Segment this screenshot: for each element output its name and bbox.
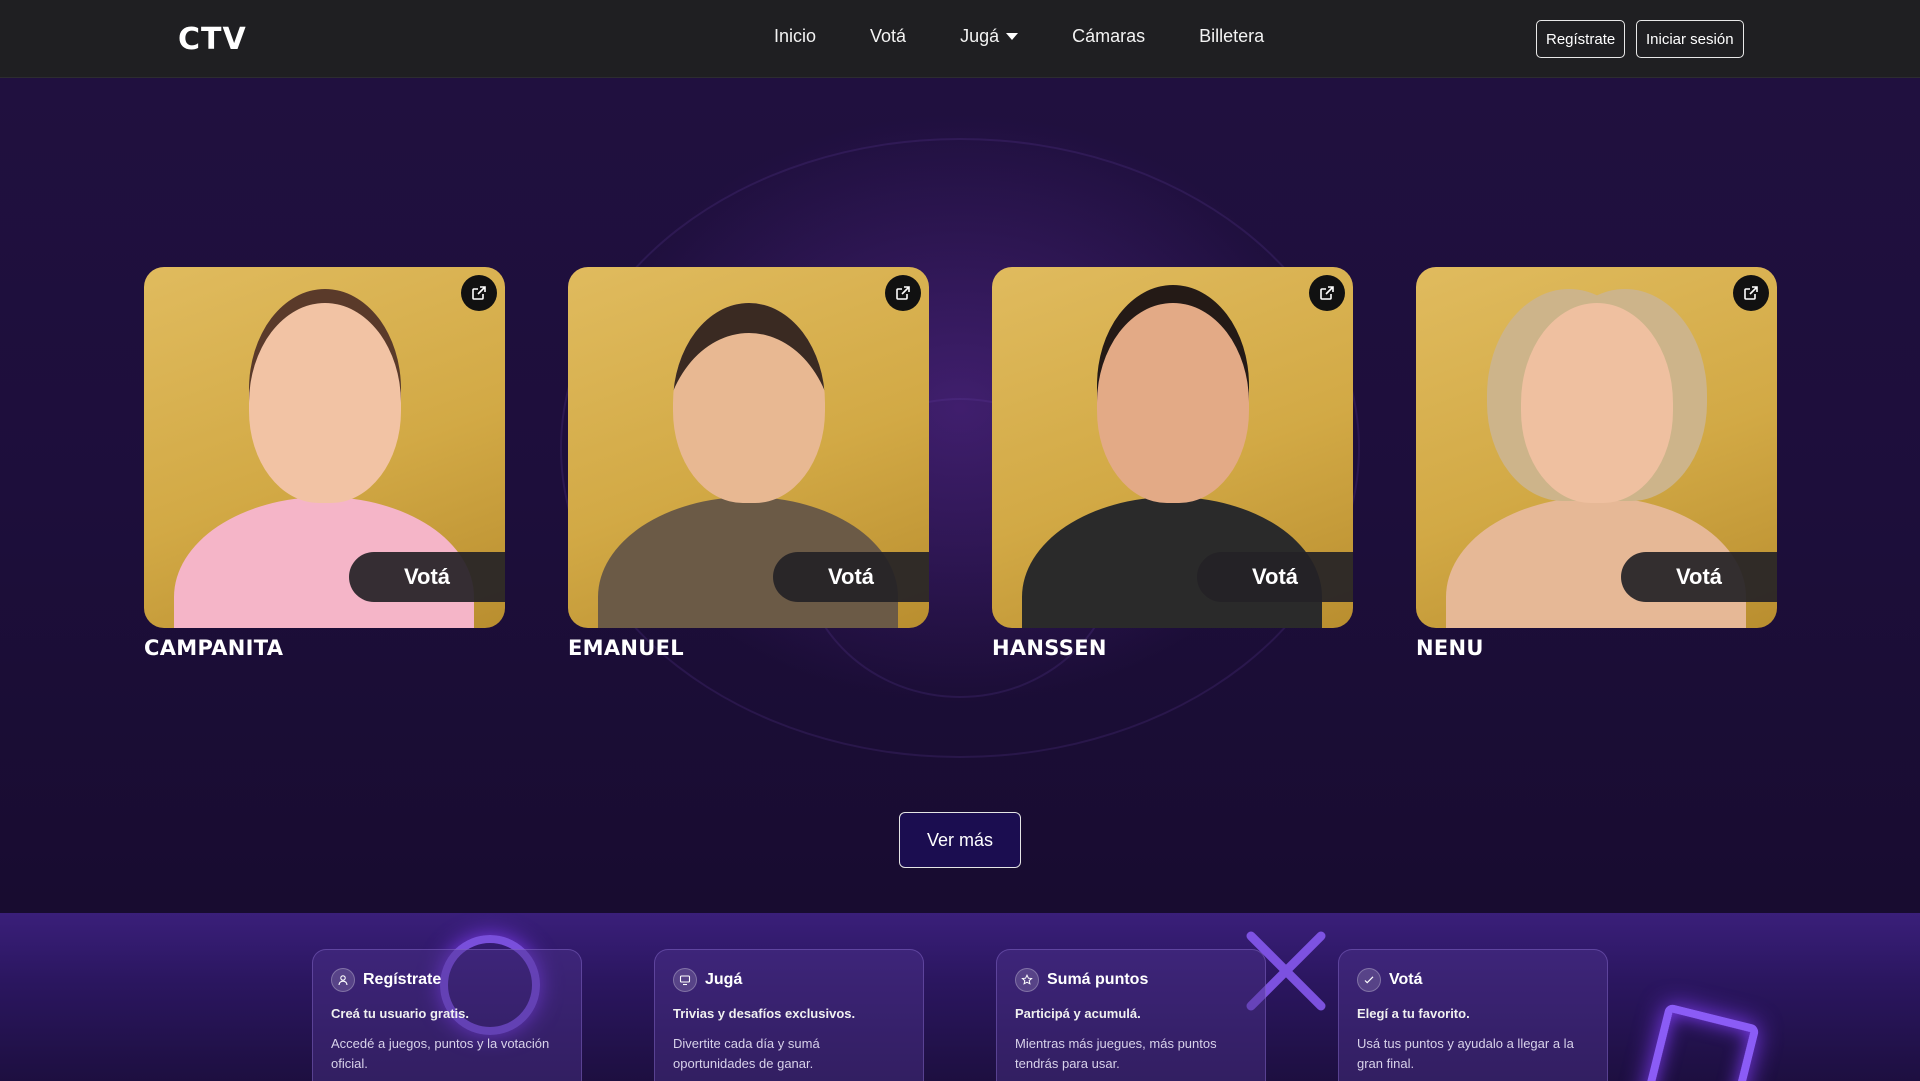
nav-vota-label: Votá	[870, 26, 907, 46]
vote-button[interactable]: Votá	[349, 552, 505, 602]
nav-vota[interactable]: Votá	[870, 26, 906, 47]
feature-title: Votá	[1389, 971, 1423, 988]
nav-camaras-label: Cámaras	[1072, 26, 1146, 46]
monitor-icon	[673, 968, 697, 992]
nav-inicio-label: Inicio	[774, 26, 817, 46]
feature-header: Sumá puntos	[1015, 968, 1247, 992]
main-nav: Inicio Votá Jugá Cámaras Billetera	[774, 26, 1318, 47]
caret-down-icon	[1006, 33, 1019, 40]
login-button[interactable]: Iniciar sesión	[1636, 20, 1744, 58]
portrait-head	[1521, 303, 1673, 503]
user-icon	[331, 968, 355, 992]
feature-description: Usá tus puntos y ayudalo a llegar a la g…	[1357, 1036, 1574, 1072]
contestant-name: CAMPANITA	[144, 636, 284, 660]
feature-card-register: Regístrate Creá tu usuario gratis. Acced…	[312, 949, 582, 1081]
contestants-section: Votá CAMPANITA Votá EMANUEL Votá HANSSEN…	[0, 78, 1920, 913]
contestant-name: HANSSEN	[992, 636, 1107, 660]
nav-camaras[interactable]: Cámaras	[1072, 26, 1145, 47]
how-it-works-strip: Regístrate Creá tu usuario gratis. Acced…	[0, 913, 1920, 1081]
contestant-photo[interactable]: Votá	[144, 267, 505, 628]
external-link-icon[interactable]	[461, 275, 497, 311]
portrait-head	[673, 303, 825, 503]
feature-subtitle: Participá y acumulá.	[1015, 1006, 1141, 1021]
portrait-head	[249, 303, 401, 503]
feature-header: Votá	[1357, 968, 1589, 992]
neon-square-decoration	[1640, 1003, 1760, 1081]
feature-subtitle: Elegí a tu favorito.	[1357, 1006, 1470, 1021]
vote-button[interactable]: Votá	[1621, 552, 1777, 602]
feature-card-points: Sumá puntos Participá y acumulá. Mientra…	[996, 949, 1266, 1081]
contestant-card[interactable]: Votá EMANUEL	[568, 267, 929, 660]
nav-billetera-label: Billetera	[1199, 26, 1265, 46]
register-button[interactable]: Regístrate	[1536, 20, 1626, 58]
portrait-head	[1097, 303, 1249, 503]
see-more-button[interactable]: Ver más	[899, 812, 1021, 868]
nav-billetera[interactable]: Billetera	[1199, 26, 1264, 47]
vote-button[interactable]: Votá	[773, 552, 929, 602]
top-navbar: CTV Inicio Votá Jugá Cámaras Billetera R…	[0, 0, 1920, 78]
nav-inicio[interactable]: Inicio	[774, 26, 816, 47]
contestant-name: EMANUEL	[568, 636, 684, 660]
external-link-icon[interactable]	[1733, 275, 1769, 311]
logo[interactable]: CTV	[178, 22, 247, 57]
nav-juga-label: Jugá	[960, 26, 1000, 46]
feature-title: Regístrate	[363, 971, 442, 988]
feature-description: Divertite cada día y sumá oportunidades …	[673, 1036, 820, 1072]
feature-subtitle: Creá tu usuario gratis.	[331, 1006, 469, 1021]
feature-header: Regístrate	[331, 968, 563, 992]
feature-header: Jugá	[673, 968, 905, 992]
nav-juga-dropdown[interactable]: Jugá	[960, 26, 1019, 47]
star-icon	[1015, 968, 1039, 992]
feature-card-vote: Votá Elegí a tu favorito. Usá tus puntos…	[1338, 949, 1608, 1081]
feature-title: Jugá	[705, 971, 743, 988]
feature-title: Sumá puntos	[1047, 971, 1149, 988]
contestant-card[interactable]: Votá HANSSEN	[992, 267, 1353, 660]
external-link-icon[interactable]	[885, 275, 921, 311]
contestant-photo[interactable]: Votá	[992, 267, 1353, 628]
contestant-card[interactable]: Votá NENU	[1416, 267, 1777, 660]
feature-subtitle: Trivias y desafíos exclusivos.	[673, 1006, 856, 1021]
contestant-photo[interactable]: Votá	[1416, 267, 1777, 628]
vote-button[interactable]: Votá	[1197, 552, 1353, 602]
feature-card-play: Jugá Trivias y desafíos exclusivos. Dive…	[654, 949, 924, 1081]
external-link-icon[interactable]	[1309, 275, 1345, 311]
feature-description: Mientras más juegues, más puntos tendrás…	[1015, 1036, 1217, 1072]
contestant-name: NENU	[1416, 636, 1484, 660]
feature-description: Accedé a juegos, puntos y la votación of…	[331, 1036, 550, 1072]
contestant-card[interactable]: Votá CAMPANITA	[144, 267, 505, 660]
vote-icon	[1357, 968, 1381, 992]
contestant-photo[interactable]: Votá	[568, 267, 929, 628]
